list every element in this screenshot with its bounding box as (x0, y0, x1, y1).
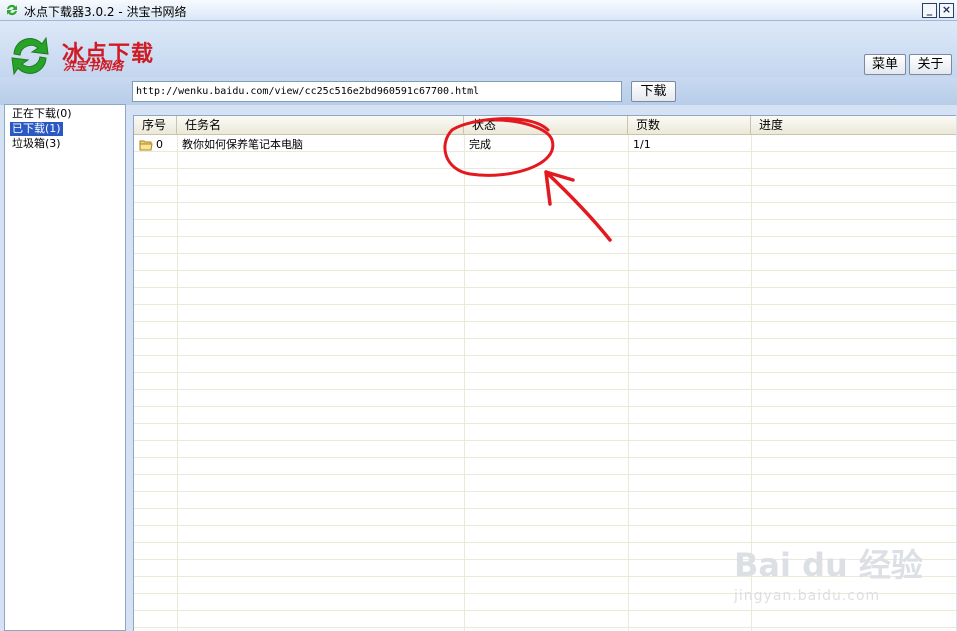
list-header: 序号 任务名 状态 页数 进度 (134, 116, 956, 135)
download-button[interactable]: 下载 (631, 81, 676, 102)
grid-divider (464, 135, 465, 631)
url-input[interactable] (132, 81, 622, 102)
column-index[interactable]: 序号 (134, 116, 177, 134)
row-index: 0 (156, 138, 163, 151)
app-refresh-icon (7, 4, 17, 16)
column-name[interactable]: 任务名 (177, 116, 464, 134)
about-button[interactable]: 关于 (909, 54, 952, 75)
folder-icon (139, 140, 153, 151)
menu-button[interactable]: 菜单 (864, 54, 906, 75)
title-bar: 冰点下载器3.0.2 - 洪宝书网络 _ × (0, 0, 957, 21)
grid-lines (134, 135, 956, 631)
brand-subtitle: 洪宝书网络 (63, 59, 124, 73)
column-progress[interactable]: 进度 (751, 116, 956, 134)
task-list: 序号 任务名 状态 页数 进度 0 教你如何保养笔记本电脑 完成 1/1 (133, 115, 956, 631)
sidebar-item-downloaded[interactable]: 已下载(1) (10, 122, 63, 136)
column-status[interactable]: 状态 (464, 116, 628, 134)
sidebar-item-trash[interactable]: 垃圾箱(3) (10, 137, 63, 151)
row-task-name: 教你如何保养笔记本电脑 (182, 138, 303, 151)
minimize-button[interactable]: _ (922, 3, 937, 18)
column-pages[interactable]: 页数 (628, 116, 751, 134)
row-pages: 1/1 (633, 138, 651, 151)
grid-divider (751, 135, 752, 631)
category-sidebar: 正在下载(0) 已下载(1) 垃圾箱(3) (4, 104, 126, 631)
grid-divider (628, 135, 629, 631)
refresh-logo-icon (11, 36, 49, 76)
url-toolbar: 下载 (0, 77, 957, 105)
sidebar-item-downloading[interactable]: 正在下载(0) (10, 107, 74, 121)
header-banner: 冰点下载 洪宝书网络 菜单 关于 (0, 21, 957, 77)
minimize-icon: _ (926, 3, 933, 16)
window-title: 冰点下载器3.0.2 - 洪宝书网络 (24, 5, 187, 19)
row-status: 完成 (469, 138, 491, 151)
close-icon: × (941, 3, 952, 16)
close-button[interactable]: × (939, 3, 954, 18)
grid-divider (177, 135, 178, 631)
